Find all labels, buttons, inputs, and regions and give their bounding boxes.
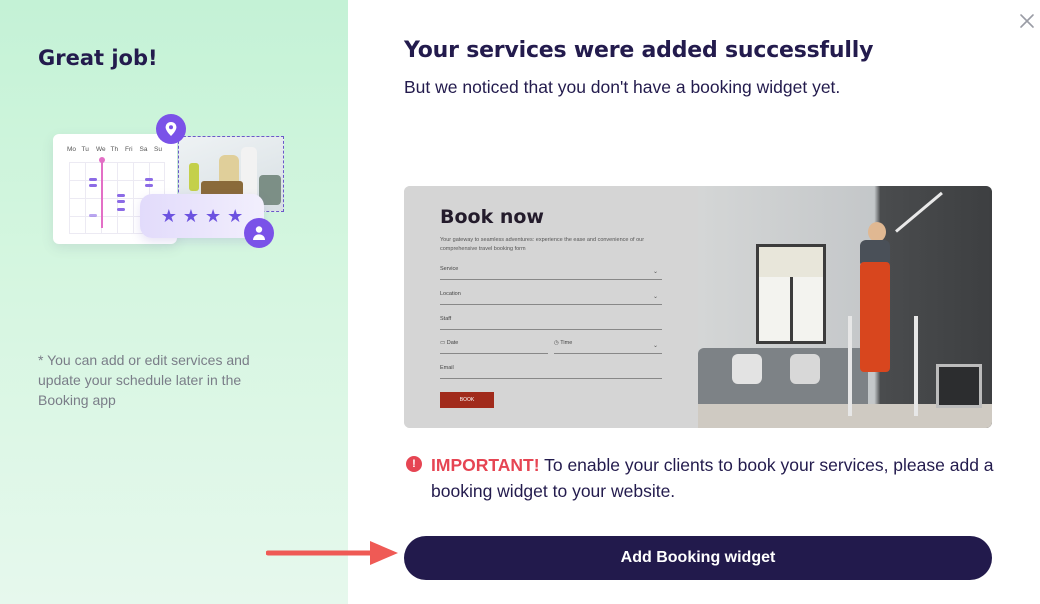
field-label: Date <box>446 340 459 346</box>
chevron-down-icon: ⌄ <box>652 269 658 275</box>
important-label: IMPORTANT! <box>431 455 540 475</box>
preview-staff-field: Staff <box>440 316 662 330</box>
left-panel: Great job! Mo Tu We Th Fri Sa Su ★ ★ ★ ★… <box>0 0 348 604</box>
dialog-title: Your services were added successfully <box>404 38 874 63</box>
chevron-down-icon: ⌄ <box>652 343 658 349</box>
field-label: Time <box>560 340 573 346</box>
add-booking-widget-button[interactable]: Add Booking widget <box>404 536 992 580</box>
chevron-down-icon: ⌄ <box>652 294 658 300</box>
star-icon: ★ <box>182 205 199 226</box>
edit-services-note: * You can add or edit services and updat… <box>38 352 250 408</box>
booking-illustration: Mo Tu We Th Fri Sa Su ★ ★ ★ ★ <box>50 112 290 252</box>
field-label: Staff <box>440 316 452 322</box>
close-icon[interactable] <box>1018 12 1036 30</box>
preview-description: Your gateway to seamless adventures: exp… <box>440 237 645 252</box>
user-icon <box>244 218 274 248</box>
booking-widget-preview: Book now Your gateway to seamless advent… <box>404 186 992 428</box>
preview-form: Book now Your gateway to seamless advent… <box>404 186 698 428</box>
preview-time-field: ◷ Time ⌄ <box>554 340 662 354</box>
field-label: Service <box>440 266 459 272</box>
current-time-indicator <box>99 157 105 228</box>
star-icon: ★ <box>205 205 222 226</box>
field-label: Location <box>440 291 461 297</box>
preview-location-field: Location ⌄ <box>440 291 662 305</box>
preview-book-button: BOOK <box>440 392 494 408</box>
star-icon: ★ <box>160 205 177 226</box>
preview-heading: Book now <box>440 206 544 228</box>
star-icon: ★ <box>227 205 244 226</box>
weekday-header: Mo Tu We Th Fri Sa Su <box>67 146 169 153</box>
weekday-label: Sa <box>139 146 148 153</box>
preview-date-field: ▭ Date <box>440 340 548 354</box>
preview-service-field: Service ⌄ <box>440 266 662 280</box>
important-notice: ! IMPORTANT! To enable your clients to b… <box>404 452 994 504</box>
weekday-label: Mo <box>67 146 77 153</box>
field-label: Email <box>440 365 454 371</box>
weekday-label: Tu <box>81 146 89 153</box>
dialog-subtitle: But we noticed that you don't have a boo… <box>404 77 841 97</box>
important-text: IMPORTANT! To enable your clients to boo… <box>431 452 994 504</box>
success-heading: Great job! <box>38 46 158 70</box>
location-pin-icon <box>156 114 186 144</box>
cleaning-woman-photo <box>698 186 992 428</box>
weekday-label: We <box>96 146 106 153</box>
arrow-right-icon <box>265 540 400 566</box>
weekday-label: Th <box>110 146 119 153</box>
calendar-icon: ▭ <box>440 340 447 346</box>
weekday-label: Su <box>154 146 162 153</box>
preview-email-field: Email <box>440 365 662 379</box>
weekday-label: Fri <box>125 146 133 153</box>
alert-circle-icon: ! <box>406 456 422 472</box>
